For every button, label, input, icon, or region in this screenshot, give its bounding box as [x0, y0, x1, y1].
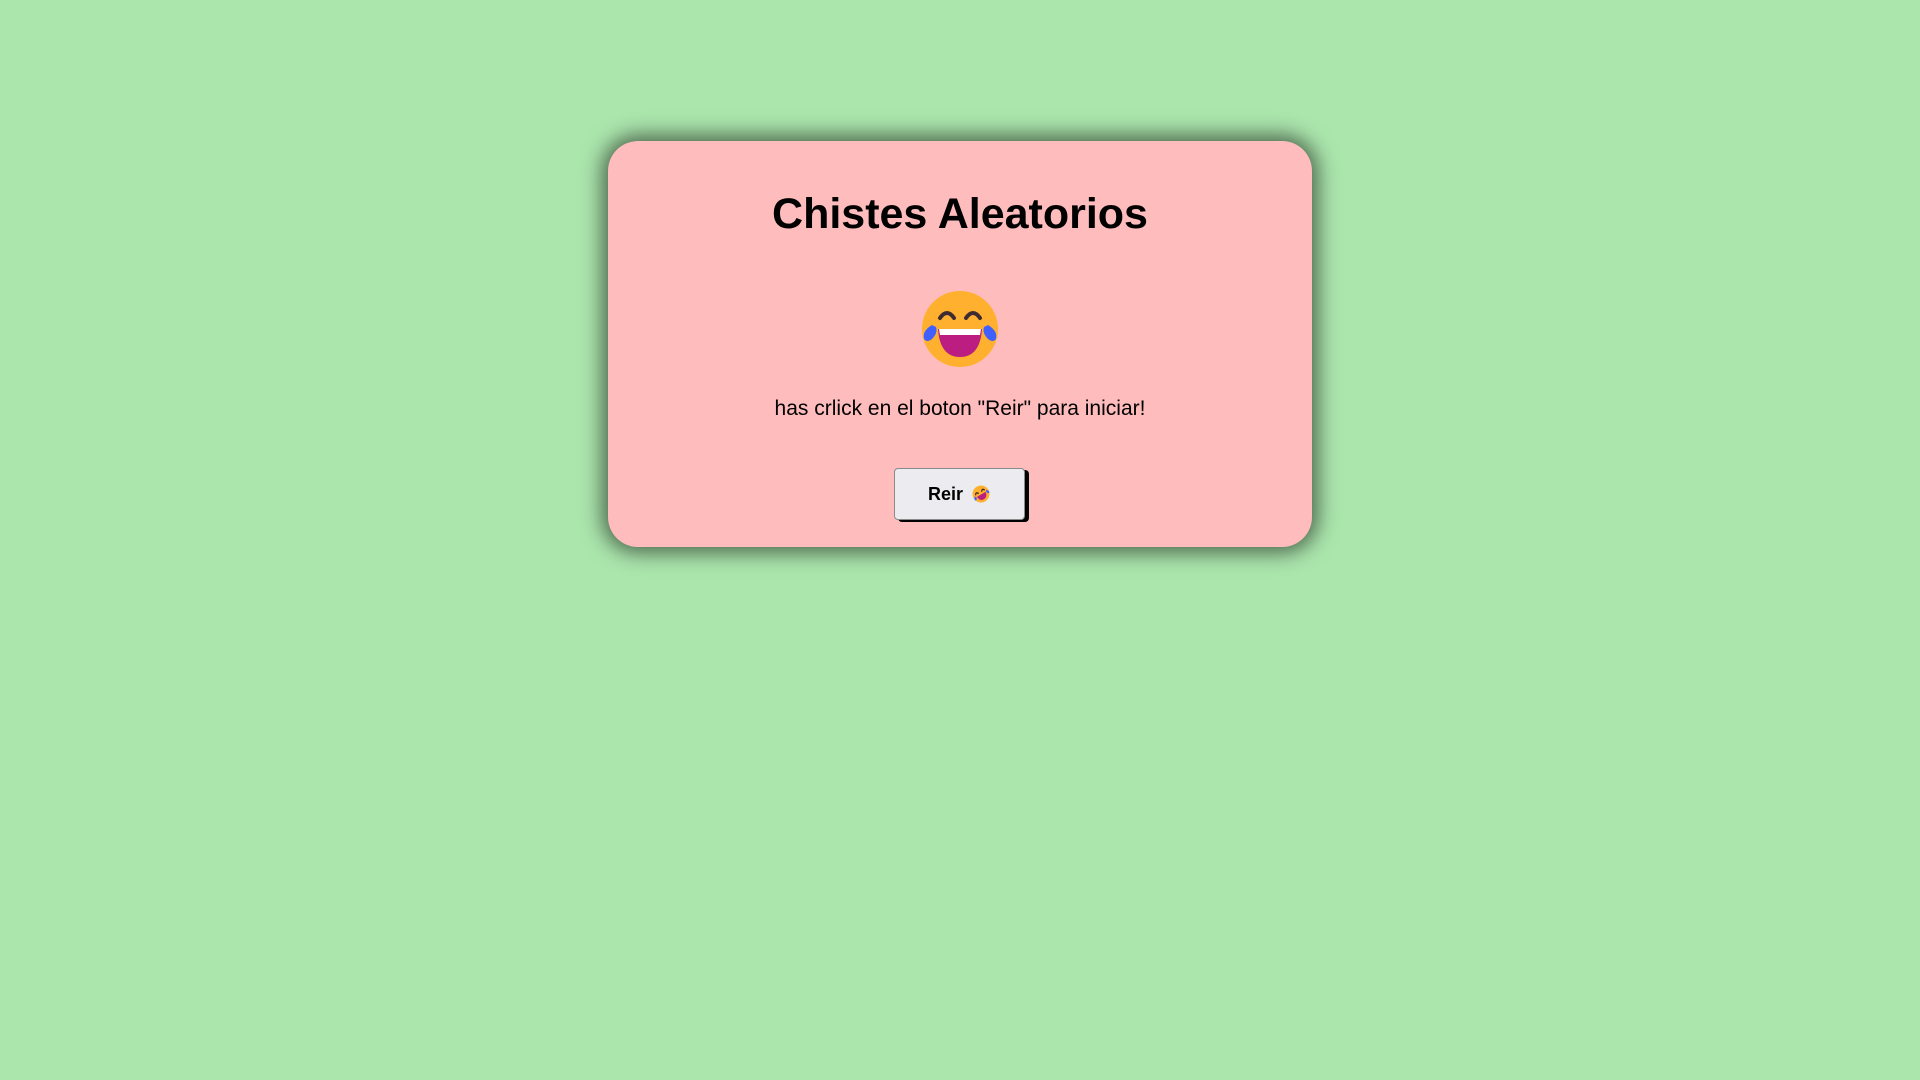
joke-card: Chistes Aleatorios has crlick en el boto… — [608, 141, 1312, 547]
laugh-button[interactable]: Reir — [894, 468, 1025, 520]
face-with-tears-of-joy-icon — [918, 287, 1002, 371]
page-title: Chistes Aleatorios — [772, 190, 1148, 238]
laugh-button-label: Reir — [927, 483, 963, 504]
instruction-text: has crlick en el boton "Reir" para inici… — [774, 397, 1146, 420]
rolling-on-floor-laughing-icon — [971, 484, 991, 504]
